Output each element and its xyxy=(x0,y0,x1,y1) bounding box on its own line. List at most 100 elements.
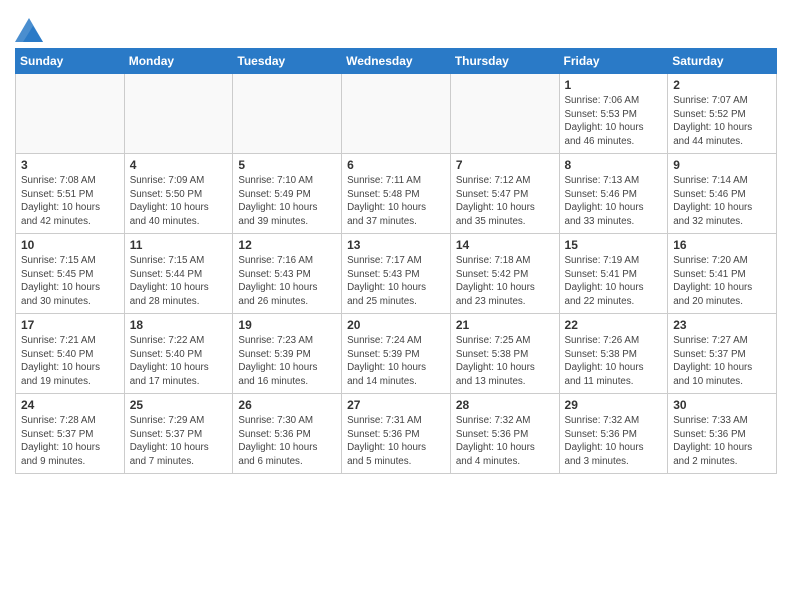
calendar-cell xyxy=(233,74,342,154)
calendar-cell: 11 Sunrise: 7:15 AM Sunset: 5:44 PM Dayli… xyxy=(124,234,233,314)
day-info: Sunrise: 7:23 AM Sunset: 5:39 PM Dayligh… xyxy=(238,334,336,389)
day-number: 8 xyxy=(565,158,663,172)
logo xyxy=(15,14,47,42)
calendar-cell: 8 Sunrise: 7:13 AM Sunset: 5:46 PM Daylig… xyxy=(559,154,668,234)
calendar: SundayMondayTuesdayWednesdayThursdayFrid… xyxy=(15,48,777,474)
calendar-cell: 1 Sunrise: 7:06 AM Sunset: 5:53 PM Daylig… xyxy=(559,74,668,154)
calendar-cell: 26 Sunrise: 7:30 AM Sunset: 5:36 PM Dayli… xyxy=(233,394,342,474)
weekday-header-monday: Monday xyxy=(124,49,233,74)
day-info: Sunrise: 7:32 AM Sunset: 5:36 PM Dayligh… xyxy=(565,414,663,469)
weekday-header-thursday: Thursday xyxy=(450,49,559,74)
calendar-cell: 17 Sunrise: 7:21 AM Sunset: 5:40 PM Dayli… xyxy=(16,314,125,394)
calendar-cell: 7 Sunrise: 7:12 AM Sunset: 5:47 PM Daylig… xyxy=(450,154,559,234)
day-number: 24 xyxy=(21,398,119,412)
calendar-cell: 5 Sunrise: 7:10 AM Sunset: 5:49 PM Daylig… xyxy=(233,154,342,234)
day-info: Sunrise: 7:18 AM Sunset: 5:42 PM Dayligh… xyxy=(456,254,554,309)
day-info: Sunrise: 7:16 AM Sunset: 5:43 PM Dayligh… xyxy=(238,254,336,309)
calendar-cell: 16Sunrise: 7:20 AM Sunset: 5:41 PM Dayli… xyxy=(668,234,777,314)
day-info: Sunrise: 7:30 AM Sunset: 5:36 PM Dayligh… xyxy=(238,414,336,469)
calendar-cell: 6 Sunrise: 7:11 AM Sunset: 5:48 PM Daylig… xyxy=(342,154,451,234)
day-info: Sunrise: 7:14 AM Sunset: 5:46 PM Dayligh… xyxy=(673,174,771,229)
day-number: 21 xyxy=(456,318,554,332)
day-info: Sunrise: 7:17 AM Sunset: 5:43 PM Dayligh… xyxy=(347,254,445,309)
calendar-cell: 24 Sunrise: 7:28 AM Sunset: 5:37 PM Dayli… xyxy=(16,394,125,474)
day-info: Sunrise: 7:26 AM Sunset: 5:38 PM Dayligh… xyxy=(565,334,663,389)
calendar-cell: 25 Sunrise: 7:29 AM Sunset: 5:37 PM Dayli… xyxy=(124,394,233,474)
day-number: 11 xyxy=(130,238,228,252)
weekday-header-wednesday: Wednesday xyxy=(342,49,451,74)
day-number: 22 xyxy=(565,318,663,332)
calendar-cell: 9Sunrise: 7:14 AM Sunset: 5:46 PM Daylig… xyxy=(668,154,777,234)
day-number: 2 xyxy=(673,78,771,92)
calendar-cell: 2 Sunrise: 7:07 AM Sunset: 5:52 PM Daylig… xyxy=(668,74,777,154)
day-number: 15 xyxy=(565,238,663,252)
calendar-week-2: 3 Sunrise: 7:08 AM Sunset: 5:51 PM Daylig… xyxy=(16,154,777,234)
weekday-header-tuesday: Tuesday xyxy=(233,49,342,74)
day-number: 26 xyxy=(238,398,336,412)
calendar-cell: 21 Sunrise: 7:25 AM Sunset: 5:38 PM Dayli… xyxy=(450,314,559,394)
calendar-cell xyxy=(16,74,125,154)
calendar-cell: 19Sunrise: 7:23 AM Sunset: 5:39 PM Dayli… xyxy=(233,314,342,394)
day-number: 10 xyxy=(21,238,119,252)
calendar-cell: 4Sunrise: 7:09 AM Sunset: 5:50 PM Daylig… xyxy=(124,154,233,234)
day-number: 6 xyxy=(347,158,445,172)
day-info: Sunrise: 7:10 AM Sunset: 5:49 PM Dayligh… xyxy=(238,174,336,229)
calendar-cell: 3 Sunrise: 7:08 AM Sunset: 5:51 PM Daylig… xyxy=(16,154,125,234)
day-number: 14 xyxy=(456,238,554,252)
header xyxy=(15,10,777,42)
calendar-cell: 22 Sunrise: 7:26 AM Sunset: 5:38 PM Dayli… xyxy=(559,314,668,394)
calendar-cell: 14 Sunrise: 7:18 AM Sunset: 5:42 PM Dayli… xyxy=(450,234,559,314)
day-number: 28 xyxy=(456,398,554,412)
day-info: Sunrise: 7:15 AM Sunset: 5:45 PM Dayligh… xyxy=(21,254,119,309)
day-info: Sunrise: 7:32 AM Sunset: 5:36 PM Dayligh… xyxy=(456,414,554,469)
calendar-cell xyxy=(342,74,451,154)
day-number: 5 xyxy=(238,158,336,172)
day-info: Sunrise: 7:31 AM Sunset: 5:36 PM Dayligh… xyxy=(347,414,445,469)
day-info: Sunrise: 7:13 AM Sunset: 5:46 PM Dayligh… xyxy=(565,174,663,229)
calendar-cell: 20Sunrise: 7:24 AM Sunset: 5:39 PM Dayli… xyxy=(342,314,451,394)
day-info: Sunrise: 7:33 AM Sunset: 5:36 PM Dayligh… xyxy=(673,414,771,469)
day-info: Sunrise: 7:29 AM Sunset: 5:37 PM Dayligh… xyxy=(130,414,228,469)
calendar-week-5: 24 Sunrise: 7:28 AM Sunset: 5:37 PM Dayli… xyxy=(16,394,777,474)
day-info: Sunrise: 7:12 AM Sunset: 5:47 PM Dayligh… xyxy=(456,174,554,229)
day-info: Sunrise: 7:08 AM Sunset: 5:51 PM Dayligh… xyxy=(21,174,119,229)
calendar-cell: 10 Sunrise: 7:15 AM Sunset: 5:45 PM Dayli… xyxy=(16,234,125,314)
day-info: Sunrise: 7:28 AM Sunset: 5:37 PM Dayligh… xyxy=(21,414,119,469)
day-number: 3 xyxy=(21,158,119,172)
day-info: Sunrise: 7:15 AM Sunset: 5:44 PM Dayligh… xyxy=(130,254,228,309)
day-number: 23 xyxy=(673,318,771,332)
calendar-cell: 23 Sunrise: 7:27 AM Sunset: 5:37 PM Dayli… xyxy=(668,314,777,394)
calendar-cell: 18Sunrise: 7:22 AM Sunset: 5:40 PM Dayli… xyxy=(124,314,233,394)
day-number: 7 xyxy=(456,158,554,172)
day-number: 4 xyxy=(130,158,228,172)
day-number: 17 xyxy=(21,318,119,332)
calendar-week-1: 1 Sunrise: 7:06 AM Sunset: 5:53 PM Daylig… xyxy=(16,74,777,154)
day-number: 25 xyxy=(130,398,228,412)
calendar-cell: 15 Sunrise: 7:19 AM Sunset: 5:41 PM Dayli… xyxy=(559,234,668,314)
calendar-cell: 27 Sunrise: 7:31 AM Sunset: 5:36 PM Dayli… xyxy=(342,394,451,474)
calendar-cell: 28 Sunrise: 7:32 AM Sunset: 5:36 PM Dayli… xyxy=(450,394,559,474)
calendar-cell: 30 Sunrise: 7:33 AM Sunset: 5:36 PM Dayli… xyxy=(668,394,777,474)
day-info: Sunrise: 7:20 AM Sunset: 5:41 PM Dayligh… xyxy=(673,254,771,309)
calendar-cell: 12 Sunrise: 7:16 AM Sunset: 5:43 PM Dayli… xyxy=(233,234,342,314)
day-info: Sunrise: 7:19 AM Sunset: 5:41 PM Dayligh… xyxy=(565,254,663,309)
day-info: Sunrise: 7:11 AM Sunset: 5:48 PM Dayligh… xyxy=(347,174,445,229)
day-info: Sunrise: 7:27 AM Sunset: 5:37 PM Dayligh… xyxy=(673,334,771,389)
day-number: 13 xyxy=(347,238,445,252)
weekday-header-row: SundayMondayTuesdayWednesdayThursdayFrid… xyxy=(16,49,777,74)
day-number: 1 xyxy=(565,78,663,92)
calendar-cell xyxy=(450,74,559,154)
day-info: Sunrise: 7:24 AM Sunset: 5:39 PM Dayligh… xyxy=(347,334,445,389)
day-info: Sunrise: 7:06 AM Sunset: 5:53 PM Dayligh… xyxy=(565,94,663,149)
day-info: Sunrise: 7:07 AM Sunset: 5:52 PM Dayligh… xyxy=(673,94,771,149)
day-number: 30 xyxy=(673,398,771,412)
day-info: Sunrise: 7:21 AM Sunset: 5:40 PM Dayligh… xyxy=(21,334,119,389)
day-info: Sunrise: 7:25 AM Sunset: 5:38 PM Dayligh… xyxy=(456,334,554,389)
day-number: 12 xyxy=(238,238,336,252)
logo-icon xyxy=(15,14,43,42)
day-number: 18 xyxy=(130,318,228,332)
day-number: 27 xyxy=(347,398,445,412)
weekday-header-sunday: Sunday xyxy=(16,49,125,74)
calendar-week-3: 10 Sunrise: 7:15 AM Sunset: 5:45 PM Dayli… xyxy=(16,234,777,314)
weekday-header-saturday: Saturday xyxy=(668,49,777,74)
